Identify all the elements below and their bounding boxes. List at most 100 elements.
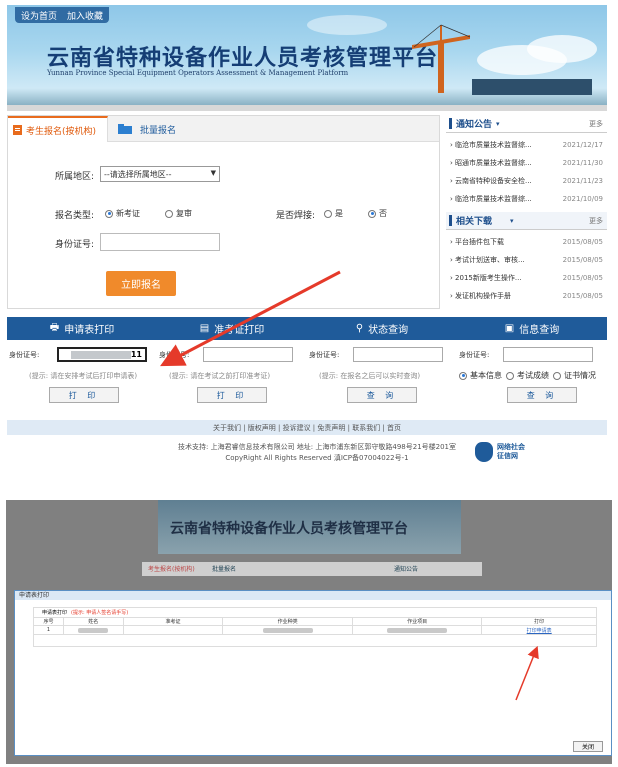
- tab-apply-print-label: 申请表打印: [64, 325, 115, 336]
- radio-unchecked-icon: [324, 209, 332, 218]
- radio-yes-label: 是: [335, 209, 343, 218]
- row-name-blurred: [64, 626, 124, 634]
- list-item[interactable]: › 考试计划送审、审核... 2015/08/05: [446, 251, 607, 269]
- tab-register-by-org[interactable]: 考生报名(按机构): [8, 116, 108, 142]
- query-info-button[interactable]: 查 询: [507, 387, 577, 403]
- print-dialog: 申请表打印 申请表打印 (提示: 申请人签名请手写) 序号 姓名 准考证 作业种…: [14, 590, 612, 756]
- col-admission: 准考证: [124, 618, 224, 625]
- radio-review-label: 复审: [176, 209, 192, 218]
- dialog-header-row: 序号 姓名 准考证 作业种类 作业项目 打印: [34, 617, 596, 626]
- registration-tabs: 考生报名(按机构) 批量报名: [8, 116, 439, 142]
- list-item[interactable]: › 临沧市质量技术监督综... 2021/12/17: [446, 136, 607, 154]
- query-status-button[interactable]: 查 询: [347, 387, 417, 403]
- radio-no-label: 否: [379, 209, 387, 218]
- dimmed-title: 云南省特种设备作业人员考核管理平台: [170, 521, 408, 537]
- radio-unchecked-icon: [165, 209, 173, 218]
- radio-new-cert[interactable]: 新考证: [105, 208, 140, 219]
- tab-batch-register[interactable]: 批量报名: [118, 116, 176, 142]
- search-icon: ⚲: [355, 323, 364, 334]
- list-icon: ▣: [504, 323, 515, 334]
- radio-weld-yes[interactable]: 是: [324, 208, 343, 219]
- print-admission-button[interactable]: 打 印: [197, 387, 267, 403]
- chevron-down-icon: ▾: [496, 119, 500, 128]
- logo-text-2: 征信网: [497, 452, 518, 460]
- platform-subtitle: Yunnan Province Special Equipment Operat…: [47, 69, 349, 77]
- print-apply-button[interactable]: 打 印: [49, 387, 119, 403]
- downloads-more-link[interactable]: 更多: [589, 216, 603, 226]
- list-item[interactable]: › 平台插件包下载 2015/08/05: [446, 233, 607, 251]
- info-query-panel: 身份证号: 基本信息 考试成绩 证书情况 查 询: [459, 347, 607, 411]
- sidebar: 通知公告 ▾ 更多 › 临沧市质量技术监督综... 2021/12/17 › 昭通市质…: [446, 115, 607, 305]
- list-item-date: 2021/12/17: [562, 141, 603, 149]
- footer-links[interactable]: 关于我们 | 版权声明 | 投诉建议 | 免责声明 | 联系我们 | 首页: [7, 420, 607, 435]
- set-home-link[interactable]: 设为首页: [21, 9, 57, 22]
- tab-apply-print[interactable]: 🖶 申请表打印: [7, 317, 157, 340]
- radio-cert-status[interactable]: 证书情况: [553, 370, 596, 381]
- list-item-date: 2021/10/09: [562, 195, 603, 203]
- apply-print-panel: 身份证号: 11 (提示: 请在安排考试后打印申请表) 打 印: [9, 347, 157, 411]
- redacted-blur: [71, 351, 131, 359]
- list-item[interactable]: › 临沧市质量技术监督综... 2021/10/09: [446, 190, 607, 208]
- radio-checked-icon: [368, 209, 376, 218]
- dimmed-tab1: 考生报名(按机构): [148, 566, 195, 573]
- list-item-title: 考试计划送审、审核...: [455, 256, 525, 264]
- dimmed-tabs: 考生报名(按机构) 批量报名 通知公告: [142, 562, 482, 576]
- hint-status: (提示: 在报名之后可以实时查询): [319, 372, 421, 380]
- list-item[interactable]: › 云南省特种设备安全检... 2021/11/23: [446, 172, 607, 190]
- list-item[interactable]: › 昭通市质量技术监督综... 2021/11/30: [446, 154, 607, 172]
- id-input-apply[interactable]: 11: [57, 347, 147, 362]
- list-item-title: 发证机构操作手册: [455, 292, 512, 300]
- radio-unchecked-icon: [553, 371, 561, 380]
- status-query-panel: 身份证号: (提示: 在报名之后可以实时查询) 查 询: [309, 347, 457, 411]
- radio-cert-label: 证书情况: [564, 371, 596, 380]
- crane-illustration: [412, 24, 471, 93]
- tab-info-query[interactable]: ▣ 信息查询: [457, 317, 607, 340]
- downloads-header: 相关下载 ▾ 更多: [446, 212, 607, 230]
- chevron-down-icon: ▾: [510, 216, 514, 225]
- query-bar: 🖶 申请表打印 ▤ 准考证打印 ⚲ 状态查询 ▣ 信息查询: [7, 317, 607, 340]
- document-icon: [13, 125, 22, 135]
- notices-title: 通知公告: [456, 120, 493, 130]
- radio-checked-icon: [105, 209, 113, 218]
- radio-weld-no[interactable]: 否: [368, 208, 387, 219]
- top-links: 设为首页 加入收藏: [15, 7, 110, 23]
- ship-illustration: [472, 79, 592, 95]
- list-item-date: 2021/11/23: [562, 177, 603, 185]
- region-select[interactable]: --请选择所属地区-- ▼: [100, 166, 220, 182]
- register-now-button[interactable]: 立即报名: [106, 271, 176, 296]
- close-button[interactable]: 关闭: [573, 741, 603, 752]
- region-select-value: --请选择所属地区--: [104, 170, 172, 179]
- row-admission: [124, 626, 224, 634]
- list-item[interactable]: › 发证机构操作手册 2015/08/05: [446, 287, 607, 305]
- notices-more-link[interactable]: 更多: [589, 119, 603, 129]
- col-name: 姓名: [64, 618, 124, 625]
- radio-review[interactable]: 复审: [165, 208, 192, 219]
- id-number-input[interactable]: [100, 233, 220, 251]
- notices-list: › 临沧市质量技术监督综... 2021/12/17 › 昭通市质量技术监督综...…: [446, 133, 607, 208]
- id-input-info[interactable]: [503, 347, 593, 362]
- list-item-date: 2015/08/05: [562, 256, 603, 264]
- id-input-admission[interactable]: [203, 347, 293, 362]
- hint-admission: (提示: 请在考试之前打印准考证): [169, 372, 271, 380]
- tab-status-query[interactable]: ⚲ 状态查询: [307, 317, 457, 340]
- id-input-status[interactable]: [353, 347, 443, 362]
- radio-checked-icon: [459, 371, 467, 380]
- folder-icon: [118, 124, 132, 134]
- print-application-link[interactable]: 打印申请表: [482, 626, 596, 634]
- add-favorite-link[interactable]: 加入收藏: [67, 9, 103, 22]
- list-item-title: 临沧市质量技术监督综...: [455, 141, 532, 149]
- dialog-heading: 申请表打印 (提示: 申请人签名请手写): [34, 608, 596, 617]
- id-input-suffix: 11: [130, 350, 142, 359]
- id-label: 身份证号:: [55, 240, 95, 250]
- header-banner: 设为首页 加入收藏 云南省特种设备作业人员考核管理平台 Yunnan Provi…: [7, 5, 607, 109]
- id-label: 身份证号:: [309, 351, 340, 359]
- list-item[interactable]: › 2015新版考生操作... 2015/08/05: [446, 269, 607, 287]
- list-item-title: 临沧市质量技术监督综...: [455, 195, 532, 203]
- radio-exam-score[interactable]: 考试成绩: [506, 370, 549, 381]
- list-item-date: 2015/08/05: [562, 292, 603, 300]
- list-item-title: 昭通市质量技术监督综...: [455, 159, 532, 167]
- downloads-title: 相关下载: [456, 217, 493, 227]
- tab-admission-print[interactable]: ▤ 准考证打印: [157, 317, 307, 340]
- list-item-date: 2021/11/30: [562, 159, 603, 167]
- radio-basic-info[interactable]: 基本信息: [459, 370, 502, 381]
